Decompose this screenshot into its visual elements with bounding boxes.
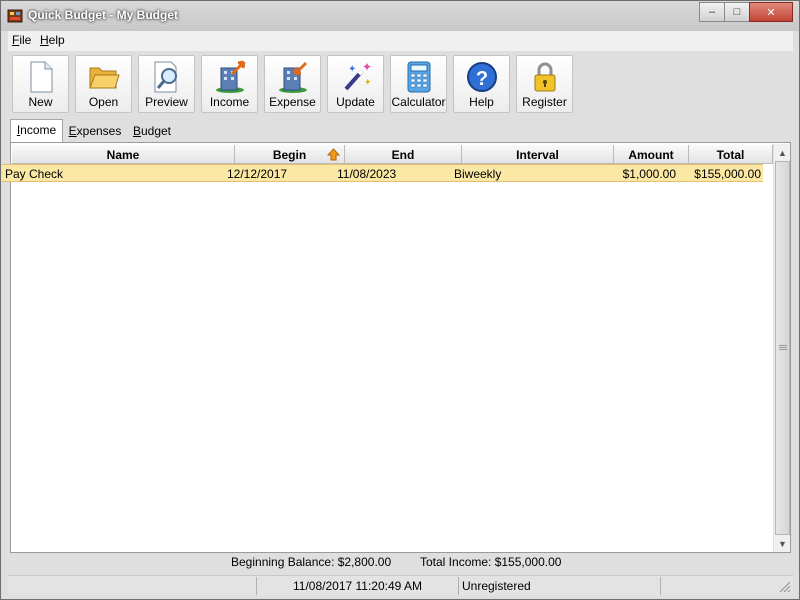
column-header-name[interactable]: Name bbox=[12, 145, 235, 164]
maximize-button[interactable]: □ bbox=[724, 2, 750, 22]
scroll-up-icon[interactable]: ▲ bbox=[774, 144, 791, 161]
close-button[interactable]: ✕ bbox=[749, 2, 793, 22]
new-document-icon bbox=[30, 61, 53, 93]
cell-end: 11/08/2023 bbox=[337, 167, 397, 181]
magic-wand-icon: ✦ ✦ ✦ bbox=[344, 60, 372, 91]
beginning-balance: Beginning Balance: $2,800.00 bbox=[231, 555, 392, 569]
scrollbar-thumb[interactable] bbox=[775, 161, 790, 535]
expense-building-icon bbox=[279, 61, 308, 93]
svg-text:✦: ✦ bbox=[348, 64, 356, 75]
total-income: Total Income: $155,000.00 bbox=[420, 555, 562, 569]
table-row[interactable]: Pay Check 12/12/2017 11/08/2023 Biweekly… bbox=[2, 164, 763, 182]
window-title: Quick Budget - My Budget bbox=[28, 8, 178, 22]
calculator-icon bbox=[407, 61, 431, 93]
padlock-icon bbox=[534, 62, 556, 92]
new-button[interactable]: New bbox=[12, 55, 69, 113]
open-folder-icon bbox=[89, 67, 120, 89]
svg-text:✦: ✦ bbox=[364, 77, 372, 87]
menu-help[interactable]: Help bbox=[40, 33, 65, 47]
cell-amount: $1,000.00 bbox=[622, 167, 676, 181]
calculator-button[interactable]: Calculator bbox=[390, 55, 447, 113]
summary-bar: Beginning Balance: $2,800.00 Total Incom… bbox=[10, 553, 791, 571]
status-registration: Unregistered bbox=[459, 577, 661, 595]
svg-text:?: ? bbox=[476, 68, 488, 90]
column-header-total[interactable]: Total bbox=[689, 145, 773, 164]
resize-grip-icon[interactable] bbox=[779, 581, 791, 593]
preview-button[interactable]: Preview bbox=[138, 55, 195, 113]
help-icon: ? bbox=[467, 62, 497, 92]
minimize-button[interactable]: – bbox=[699, 2, 725, 22]
tab-income[interactable]: Income bbox=[10, 119, 63, 142]
cell-interval: Biweekly bbox=[454, 167, 502, 181]
cell-begin: 12/12/2017 bbox=[227, 167, 288, 181]
income-button[interactable]: Income bbox=[201, 55, 258, 113]
column-header-amount[interactable]: Amount bbox=[614, 145, 689, 164]
app-icon bbox=[7, 9, 23, 23]
register-button[interactable]: Register bbox=[516, 55, 573, 113]
svg-text:✦: ✦ bbox=[362, 60, 372, 74]
sort-ascending-icon bbox=[327, 148, 340, 161]
preview-magnifier-icon bbox=[154, 61, 177, 93]
scroll-down-icon[interactable]: ▼ bbox=[774, 535, 791, 552]
update-button[interactable]: ✦ ✦ ✦ Update bbox=[327, 55, 384, 113]
cell-total: $155,000.00 bbox=[694, 167, 761, 181]
status-bar: 11/08/2017 11:20:49 AM Unregistered bbox=[8, 575, 793, 595]
menu-file[interactable]: File bbox=[12, 33, 31, 47]
tab-budget[interactable]: Budget bbox=[129, 121, 175, 142]
column-header-end[interactable]: End bbox=[345, 145, 462, 164]
open-button[interactable]: Open bbox=[75, 55, 132, 113]
help-button[interactable]: ? Help bbox=[453, 55, 510, 113]
income-grid: Name Begin End Interval Amount Total bbox=[10, 142, 791, 553]
app-window: Quick Budget - My Budget – □ ✕ File Help… bbox=[0, 0, 800, 600]
title-bar[interactable]: Quick Budget - My Budget – □ ✕ bbox=[1, 1, 799, 31]
column-header-interval[interactable]: Interval bbox=[462, 145, 614, 164]
menu-bar: File Help bbox=[8, 31, 793, 51]
column-header-begin[interactable]: Begin bbox=[235, 145, 345, 164]
income-building-icon bbox=[216, 60, 246, 93]
status-datetime: 11/08/2017 11:20:49 AM bbox=[257, 577, 459, 595]
cell-name: Pay Check bbox=[5, 167, 64, 181]
toolbar: New Open Preview Income Expense ✦ ✦ ✦ Up… bbox=[8, 53, 793, 117]
tab-expenses[interactable]: Expenses bbox=[67, 121, 123, 142]
window-controls: – □ ✕ bbox=[699, 2, 793, 22]
expense-button[interactable]: Expense bbox=[264, 55, 321, 113]
status-panel-empty bbox=[8, 577, 257, 595]
column-header-row: Name Begin End Interval Amount Total bbox=[11, 145, 773, 164]
vertical-scrollbar[interactable]: ▲ ▼ bbox=[773, 144, 790, 552]
